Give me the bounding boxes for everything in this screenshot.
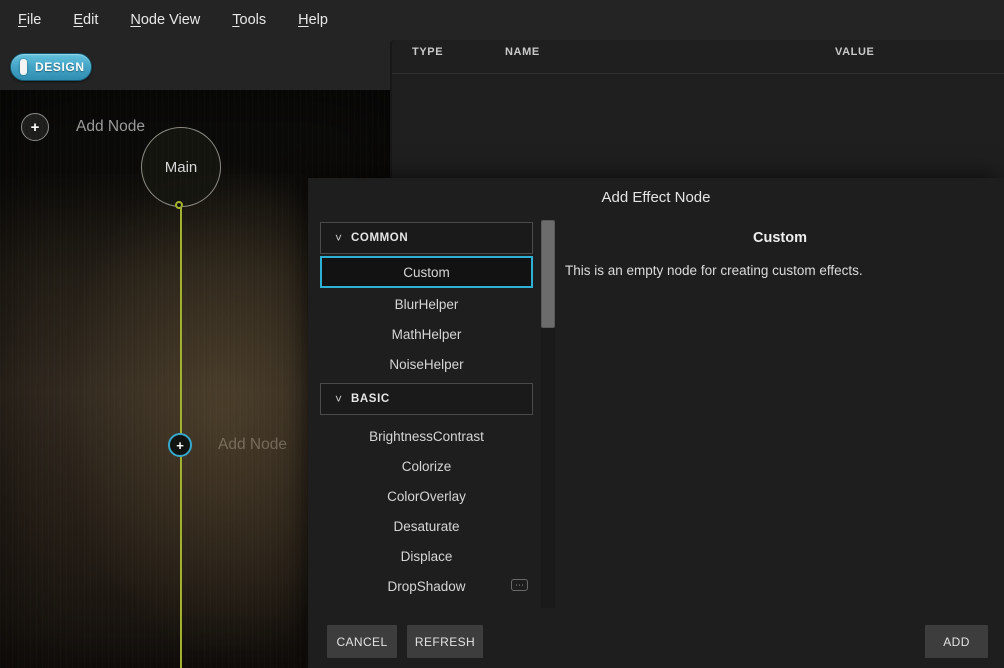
header-divider <box>392 73 1004 74</box>
column-header-value: VALUE <box>835 46 874 58</box>
main-node[interactable]: Main <box>141 127 221 207</box>
add-button[interactable]: ADD <box>925 625 988 658</box>
section-header-common[interactable]: ˅ COMMON <box>320 222 533 254</box>
design-mode-toggle[interactable]: DESIGN <box>10 53 92 81</box>
menu-bar: File Edit Node View Tools Help <box>0 0 1004 40</box>
chevron-down-icon: ˅ <box>335 231 349 245</box>
list-item-blurhelper[interactable]: BlurHelper <box>320 289 533 319</box>
list-item-custom[interactable]: Custom <box>320 256 533 288</box>
menu-help[interactable]: Help <box>298 12 328 28</box>
column-header-name: NAME <box>505 46 540 58</box>
main-node-label: Main <box>165 159 198 176</box>
list-item-colorize[interactable]: Colorize <box>320 451 533 481</box>
list-item-dropshadow[interactable]: DropShadow ⋯ <box>320 571 533 601</box>
scrollbar-thumb[interactable] <box>541 220 555 328</box>
section-header-basic[interactable]: ˅ BASIC <box>320 383 533 415</box>
list-item-mathhelper[interactable]: MathHelper <box>320 319 533 349</box>
add-node-button-mid[interactable]: + Add Node <box>168 433 287 457</box>
list-item-coloroverlay[interactable]: ColorOverlay <box>320 481 533 511</box>
add-node-label: Add Node <box>218 436 287 454</box>
selected-effect-description: This is an empty node for creating custo… <box>565 263 996 278</box>
menu-edit[interactable]: Edit <box>73 12 98 28</box>
toolbar: DESIGN →|← <box>0 40 390 90</box>
menu-file[interactable]: File <box>18 12 41 28</box>
menu-node-view[interactable]: Node View <box>130 12 200 28</box>
design-toggle-label: DESIGN <box>35 60 85 74</box>
toggle-knob-icon <box>20 59 27 75</box>
list-item-displace[interactable]: Displace <box>320 541 533 571</box>
add-node-button-top[interactable]: + Add Node <box>21 113 145 141</box>
parameters-header-row: TYPE NAME VALUE <box>392 46 1004 66</box>
list-item-brightnesscontrast[interactable]: BrightnessContrast <box>320 421 533 451</box>
effect-detail-pane: Custom This is an empty node for creatin… <box>556 178 1004 618</box>
add-node-label: Add Node <box>76 118 145 136</box>
cancel-button[interactable]: CANCEL <box>327 625 397 658</box>
refresh-button[interactable]: REFRESH <box>407 625 483 658</box>
app-window: File Edit Node View Tools Help DESIGN →|… <box>0 0 1004 668</box>
column-header-type: TYPE <box>412 46 443 58</box>
menu-tools[interactable]: Tools <box>232 12 266 28</box>
list-scrollbar[interactable] <box>541 220 555 608</box>
list-item-desaturate[interactable]: Desaturate <box>320 511 533 541</box>
effect-node-list: ˅ COMMON Custom BlurHelper MathHelper No… <box>320 222 533 601</box>
plus-icon: + <box>21 113 49 141</box>
main-node-output-port[interactable] <box>175 201 183 209</box>
selected-effect-title: Custom <box>556 230 1004 246</box>
list-item-noisehelper[interactable]: NoiseHelper <box>320 349 533 379</box>
ellipsis-icon: ⋯ <box>511 579 528 591</box>
add-effect-node-dialog: Add Effect Node ˅ COMMON Custom BlurHelp… <box>308 178 1004 668</box>
chevron-down-icon: ˅ <box>335 392 349 406</box>
plus-icon: + <box>168 433 192 457</box>
